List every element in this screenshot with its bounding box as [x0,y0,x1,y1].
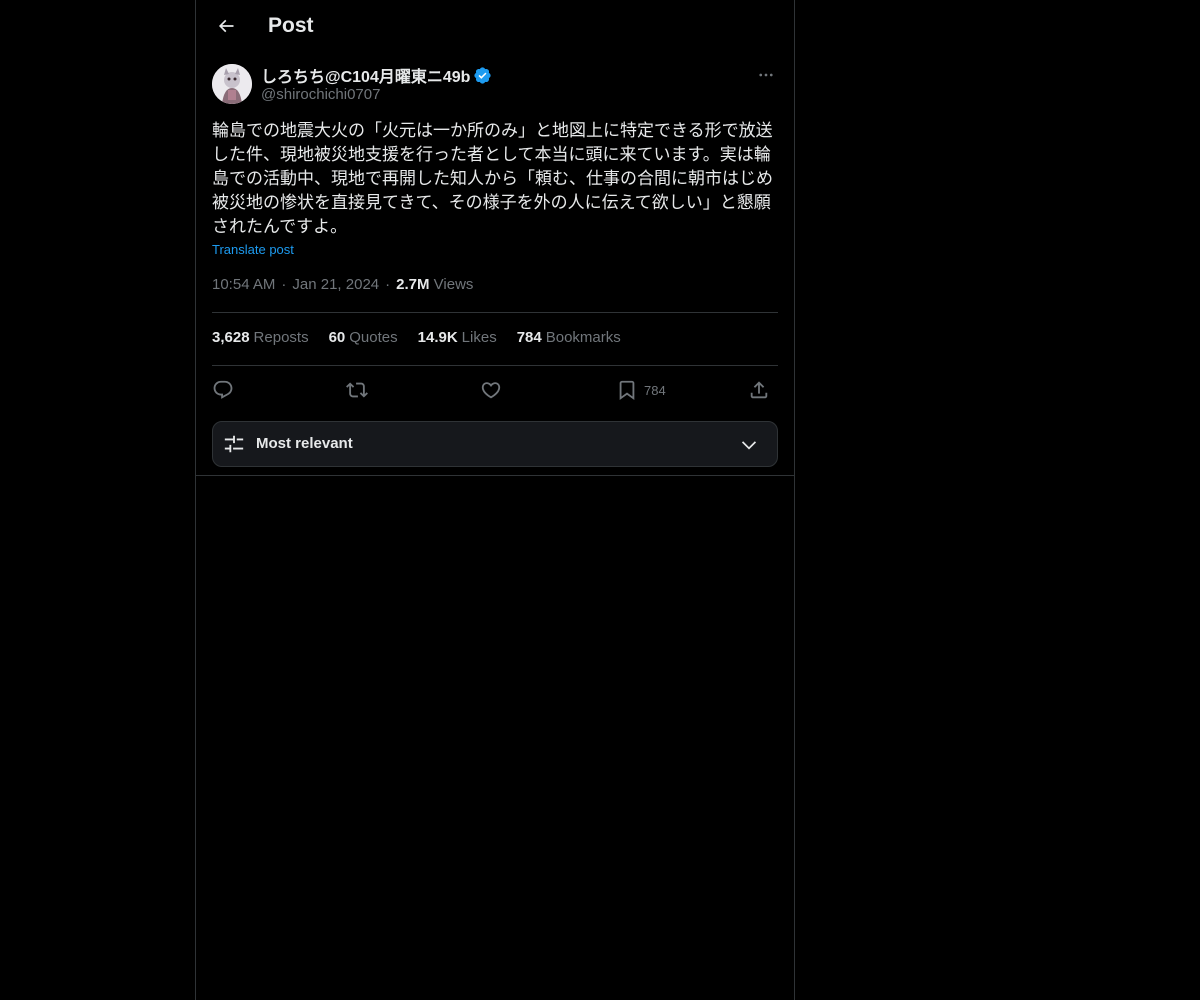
share-icon [750,381,768,399]
divider [212,312,778,313]
back-button[interactable] [208,8,244,44]
stat-number: 3,628 [212,329,250,346]
main-column: Post しろちち@C104月曜東ニ49b @shirochichi0707 輪… [195,0,795,1000]
more-horizontal-icon [759,73,773,77]
stat-bookmarks[interactable]: 784 Bookmarks [517,329,621,346]
bookmark-count: 784 [644,382,666,398]
sort-label: Most relevant [256,435,353,452]
post-time[interactable]: 10:54 AM [212,276,275,293]
avatar-image [212,64,252,104]
handle[interactable]: @shirochichi0707 [261,86,380,103]
share-button[interactable] [748,376,770,404]
divider [196,475,794,476]
stat-likes[interactable]: 14.9K Likes [418,329,497,346]
post-author: しろちち@C104月曜東ニ49b @shirochichi0707 [212,64,778,108]
post-date[interactable]: Jan 21, 2024 [292,276,379,293]
stat-reposts[interactable]: 3,628 Reposts [212,329,309,346]
avatar[interactable] [212,64,252,104]
stat-label: Reposts [253,329,309,346]
stat-label: Likes [461,329,497,346]
sort-replies-dropdown[interactable]: Most relevant [212,421,778,467]
post-stats: 3,628 Reposts 60 Quotes 14.9K Likes 784 Book… [212,329,621,346]
arrow-left-icon [218,19,234,33]
like-button[interactable] [480,376,502,404]
stat-label: Bookmarks [545,329,621,346]
heart-icon [481,382,501,399]
stat-quotes[interactable]: 60 Quotes [329,329,398,346]
display-name-row: しろちち@C104月曜東ニ49b [261,64,492,86]
divider [212,365,778,366]
repost-icon [346,382,368,398]
verified-badge-icon [474,66,492,84]
post-text: 輪島での地震大火の「火元は一か所のみ」と地図上に特定できる形で放送した件、現地被… [212,121,773,236]
stat-number: 60 [328,329,346,346]
action-bar: 784 [212,376,778,404]
repost-button[interactable] [346,376,368,404]
stat-label: Quotes [349,329,398,346]
display-name[interactable]: しろちち@C104月曜東ニ49b [261,63,470,87]
header: Post [196,0,794,54]
reply-icon [213,380,233,399]
translate-post-link[interactable]: Translate post [212,242,294,257]
stat-number: 784 [516,329,542,346]
page-title: Post [268,14,314,37]
chevron-down-icon [741,441,757,450]
views-label: Views [433,276,474,293]
bookmark-button[interactable]: 784 [616,376,666,404]
meta-separator: · [385,276,391,293]
meta-separator: · [281,276,287,293]
post-meta: 10:54 AM · Jan 21, 2024 · 2.7M Views [212,276,473,293]
sliders-icon [224,435,244,453]
views-count: 2.7M [396,276,430,293]
bookmark-icon [619,380,635,401]
more-button[interactable] [754,64,778,86]
stat-number: 14.9K [417,329,458,346]
reply-button[interactable] [212,376,234,404]
